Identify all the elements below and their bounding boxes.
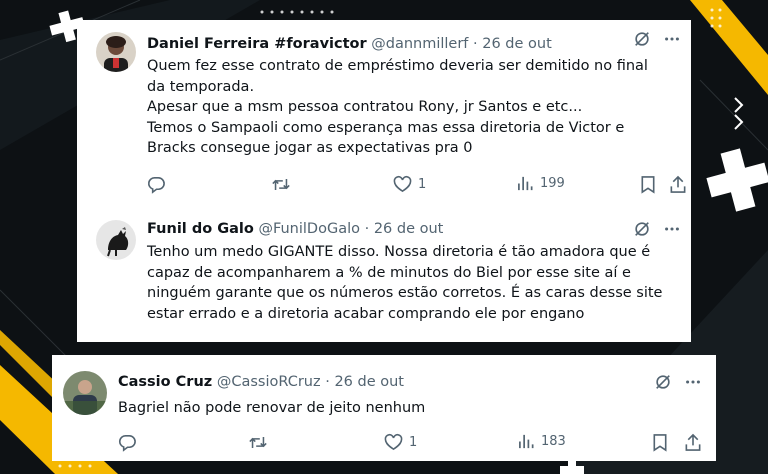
- views-button[interactable]: 199: [517, 175, 565, 192]
- avatar[interactable]: [63, 371, 107, 415]
- tweet-header: Funil do Galo @FunilDoGalo · 26 de out: [147, 220, 443, 238]
- reply-icon: [118, 433, 137, 452]
- tweet-card[interactable]: Funil do Galo @FunilDoGalo · 26 de out T…: [77, 204, 691, 342]
- view-count: 199: [540, 176, 565, 191]
- bookmark-button[interactable]: [652, 433, 668, 452]
- grok-icon[interactable]: [633, 30, 651, 52]
- tweet-date[interactable]: 26 de out: [374, 221, 444, 237]
- tweet-date[interactable]: 26 de out: [334, 374, 404, 390]
- display-name[interactable]: Funil do Galo: [147, 221, 254, 237]
- avatar[interactable]: [96, 220, 136, 260]
- user-handle[interactable]: @FunilDoGalo: [258, 221, 360, 237]
- views-icon: [518, 433, 535, 450]
- share-icon: [669, 175, 687, 194]
- user-handle[interactable]: @dannmillerf: [371, 36, 468, 52]
- tweet-text: Quem fez esse contrato de empréstimo dev…: [147, 58, 648, 156]
- tweet-actions: 1 199: [77, 175, 691, 197]
- display-name[interactable]: Daniel Ferreira #foravictor: [147, 36, 367, 52]
- retweet-button[interactable]: [248, 433, 268, 452]
- like-button[interactable]: 1: [393, 175, 426, 193]
- like-icon: [384, 433, 403, 451]
- separator: ·: [364, 221, 370, 237]
- retweet-icon: [271, 175, 291, 194]
- user-handle[interactable]: @CassioRCruz: [217, 374, 321, 390]
- views-icon: [517, 175, 534, 192]
- share-icon: [684, 433, 702, 452]
- avatar[interactable]: [96, 32, 136, 72]
- bookmark-icon: [640, 175, 656, 194]
- like-button[interactable]: 1: [384, 433, 417, 451]
- tweet-header: Daniel Ferreira #foravictor @dannmillerf…: [147, 35, 552, 53]
- tweet-top-actions: [633, 30, 681, 52]
- tweet-top-actions: [654, 373, 702, 395]
- bookmark-button[interactable]: [640, 175, 656, 194]
- tweet-text: Tenho um medo GIGANTE disso. Nossa diret…: [147, 244, 663, 322]
- reply-button[interactable]: [147, 175, 166, 194]
- tweet-header: Cassio Cruz @CassioRCruz · 26 de out: [118, 373, 404, 391]
- share-button[interactable]: [669, 175, 687, 194]
- like-count: 1: [409, 434, 418, 450]
- tweet-top-actions: [633, 220, 681, 242]
- share-button[interactable]: [684, 433, 702, 452]
- tweet-card[interactable]: Daniel Ferreira #foravictor @dannmillerf…: [77, 20, 691, 218]
- reply-button[interactable]: [118, 433, 137, 452]
- views-button[interactable]: 183: [518, 433, 566, 450]
- more-icon[interactable]: [684, 373, 702, 395]
- tweet-text: Bagriel não pode renovar de jeito nenhum: [118, 400, 426, 416]
- bookmark-icon: [652, 433, 668, 452]
- grok-icon[interactable]: [654, 373, 672, 395]
- retweet-button[interactable]: [271, 175, 291, 194]
- view-count: 183: [541, 434, 566, 449]
- reply-icon: [147, 175, 166, 194]
- separator: ·: [325, 374, 330, 390]
- grok-icon[interactable]: [633, 220, 651, 242]
- like-count: 1: [418, 176, 427, 192]
- tweet-actions: 1 183: [52, 433, 716, 455]
- display-name[interactable]: Cassio Cruz: [118, 374, 212, 390]
- more-icon[interactable]: [663, 30, 681, 52]
- separator: ·: [473, 36, 478, 52]
- tweet-date[interactable]: 26 de out: [482, 36, 552, 52]
- tweet-card[interactable]: Cassio Cruz @CassioRCruz · 26 de out Bag…: [52, 355, 716, 461]
- more-icon[interactable]: [663, 220, 681, 242]
- retweet-icon: [248, 433, 268, 452]
- like-icon: [393, 175, 412, 193]
